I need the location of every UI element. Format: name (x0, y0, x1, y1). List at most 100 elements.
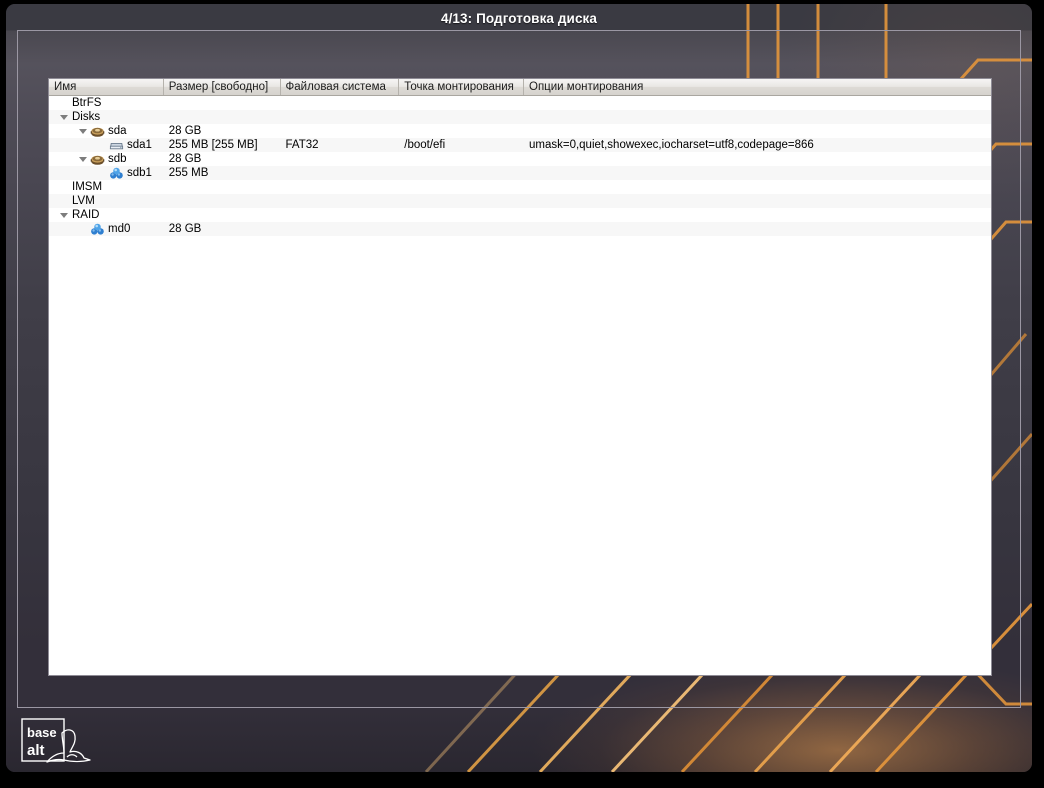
cell-size (164, 180, 281, 194)
cell-mountoptions (524, 194, 991, 208)
raid-icon (108, 166, 125, 180)
title-bar: 4/13: Подготовка диска (6, 4, 1032, 32)
row-name-label: IMSM (70, 181, 102, 193)
svg-text:alt: alt (27, 742, 45, 759)
table-row[interactable]: sdb 28 GB (49, 152, 991, 166)
row-name-label: BtrFS (70, 97, 101, 109)
table-row[interactable]: RAID (49, 208, 991, 222)
harddisk-icon (89, 124, 106, 138)
cell-name: sdb (49, 152, 164, 166)
row-name-label: sdb (106, 153, 127, 165)
column-header-mountpoint[interactable]: Точка монтирования (399, 79, 524, 95)
cell-mountoptions (524, 166, 991, 180)
cell-mountpoint (399, 110, 524, 124)
cell-mountoptions (524, 180, 991, 194)
cell-mountoptions (524, 222, 991, 236)
cell-size: 255 MB [255 MB] (164, 138, 281, 152)
column-header-mountoptions[interactable]: Опции монтирования (524, 79, 991, 95)
cell-name: Disks (49, 110, 164, 124)
row-name-label: Disks (70, 111, 100, 123)
cell-name: BtrFS (49, 96, 164, 110)
cell-mountoptions (524, 96, 991, 110)
screen: 4/13: Подготовка диска Имя Размер [свобо… (0, 0, 1044, 788)
cell-size (164, 96, 281, 110)
chevron-down-icon[interactable] (57, 110, 70, 124)
chevron-down-icon[interactable] (76, 152, 89, 166)
installer-window: 4/13: Подготовка диска Имя Размер [свобо… (6, 4, 1032, 772)
page-title: 4/13: Подготовка диска (441, 11, 597, 26)
cell-filesystem (281, 194, 400, 208)
table-row[interactable]: sda1255 MB [255 MB]FAT32/boot/efiumask=0… (49, 138, 991, 152)
basealt-logo: base alt (20, 716, 98, 764)
cell-mountoptions (524, 124, 991, 138)
row-name-label: sdb1 (125, 167, 152, 179)
column-header-size[interactable]: Размер [свободно] (164, 79, 281, 95)
table-row[interactable]: BtrFS (49, 96, 991, 110)
cell-name: IMSM (49, 180, 164, 194)
partition-icon (108, 138, 125, 152)
tree-twisty-placeholder (57, 180, 70, 194)
column-header-name[interactable]: Имя (49, 79, 164, 95)
table-row[interactable]: IMSM (49, 180, 991, 194)
table-row[interactable]: md0 28 GB (49, 222, 991, 236)
tree-indent (49, 166, 95, 180)
tree-indent (49, 124, 76, 138)
cell-mountoptions (524, 152, 991, 166)
cell-size: 28 GB (164, 124, 281, 138)
cell-filesystem (281, 152, 400, 166)
chevron-down-icon[interactable] (76, 124, 89, 138)
chevron-down-icon[interactable] (57, 208, 70, 222)
cell-size: 28 GB (164, 222, 281, 236)
tree-indent (49, 194, 57, 208)
disk-tree-pane: Имя Размер [свободно] Файловая система Т… (48, 78, 992, 676)
table-row[interactable]: sdb1 255 MB (49, 166, 991, 180)
cell-filesystem (281, 166, 400, 180)
svg-text:base: base (27, 725, 57, 740)
tree-twisty-placeholder (57, 194, 70, 208)
raid-icon (89, 222, 106, 236)
cell-size: 28 GB (164, 152, 281, 166)
disk-tree-body: BtrFSDiskssda28 GBsda1255 MB [255 MB]FAT… (49, 96, 991, 236)
harddisk-icon (89, 152, 106, 166)
cell-name: sda (49, 124, 164, 138)
row-name-label: sda (106, 125, 127, 137)
cell-name: LVM (49, 194, 164, 208)
tree-indent (49, 110, 57, 124)
cell-mountpoint (399, 194, 524, 208)
cell-mountpoint (399, 222, 524, 236)
tree-twisty-placeholder (76, 222, 89, 236)
tree-indent (49, 152, 76, 166)
cell-filesystem (281, 208, 400, 222)
tree-indent (49, 208, 57, 222)
row-name-label: md0 (106, 223, 130, 235)
cell-size: 255 MB (164, 166, 281, 180)
row-name-label: LVM (70, 195, 95, 207)
column-header-filesystem[interactable]: Файловая система (281, 79, 400, 95)
tree-indent (49, 180, 57, 194)
table-header-row: Имя Размер [свободно] Файловая система Т… (49, 79, 991, 96)
cell-mountpoint (399, 96, 524, 110)
cell-mountoptions (524, 110, 991, 124)
bottom-bar: base alt ? Справка Назад Далее (6, 708, 1032, 772)
tree-indent (49, 222, 76, 236)
cell-mountpoint (399, 166, 524, 180)
table-row[interactable]: Disks (49, 110, 991, 124)
cell-size (164, 194, 281, 208)
cell-mountoptions: umask=0,quiet,showexec,iocharset=utf8,co… (524, 138, 991, 152)
row-name-label: RAID (70, 209, 99, 221)
screen-edge-bottom (0, 772, 1044, 788)
cell-mountpoint: /boot/efi (399, 138, 524, 152)
cell-filesystem: FAT32 (281, 138, 400, 152)
cell-size (164, 208, 281, 222)
cell-name: sdb1 (49, 166, 164, 180)
table-row[interactable]: sda 28 GB (49, 124, 991, 138)
table-row[interactable]: LVM (49, 194, 991, 208)
tree-twisty-placeholder (57, 96, 70, 110)
cell-name: RAID (49, 208, 164, 222)
cell-filesystem (281, 124, 400, 138)
screen-edge-top (0, 0, 1044, 4)
cell-name: md0 (49, 222, 164, 236)
cell-mountoptions (524, 208, 991, 222)
cell-name: sda1 (49, 138, 164, 152)
cell-filesystem (281, 96, 400, 110)
